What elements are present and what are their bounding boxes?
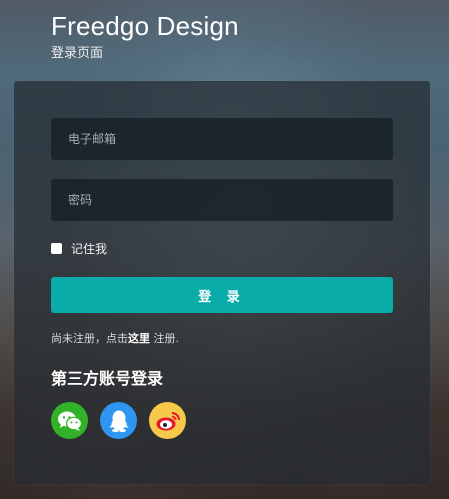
remember-me[interactable]: 记住我	[51, 239, 107, 257]
page-subtitle: 登录页面	[51, 46, 104, 61]
login-panel: 记住我 登 录 尚未注册，点击这里 注册. 第三方账号登录	[14, 81, 430, 484]
qq-login-button[interactable]	[100, 402, 137, 439]
password-field-wrapper	[51, 178, 393, 222]
remember-checkbox[interactable]	[51, 242, 62, 254]
email-field-wrapper	[51, 117, 393, 161]
wechat-login-button[interactable]	[51, 402, 88, 439]
qq-icon	[109, 410, 128, 432]
weibo-icon	[156, 411, 180, 430]
login-button[interactable]: 登 录	[51, 277, 393, 313]
register-suffix: 注册.	[150, 332, 179, 345]
password-input[interactable]	[66, 178, 378, 222]
register-hint: 尚未注册，点击这里 注册.	[51, 331, 179, 347]
brand-title: Freedgo Design	[51, 11, 239, 41]
email-input[interactable]	[66, 117, 378, 161]
brand-header: Freedgo Design 登录页面	[51, 10, 239, 63]
register-link[interactable]: 这里	[128, 332, 150, 345]
weibo-login-button[interactable]	[149, 402, 186, 439]
register-prefix: 尚未注册，点击	[51, 332, 128, 345]
third-party-title: 第三方账号登录	[51, 369, 164, 388]
remember-label: 记住我	[71, 241, 108, 256]
wechat-icon	[57, 411, 82, 431]
